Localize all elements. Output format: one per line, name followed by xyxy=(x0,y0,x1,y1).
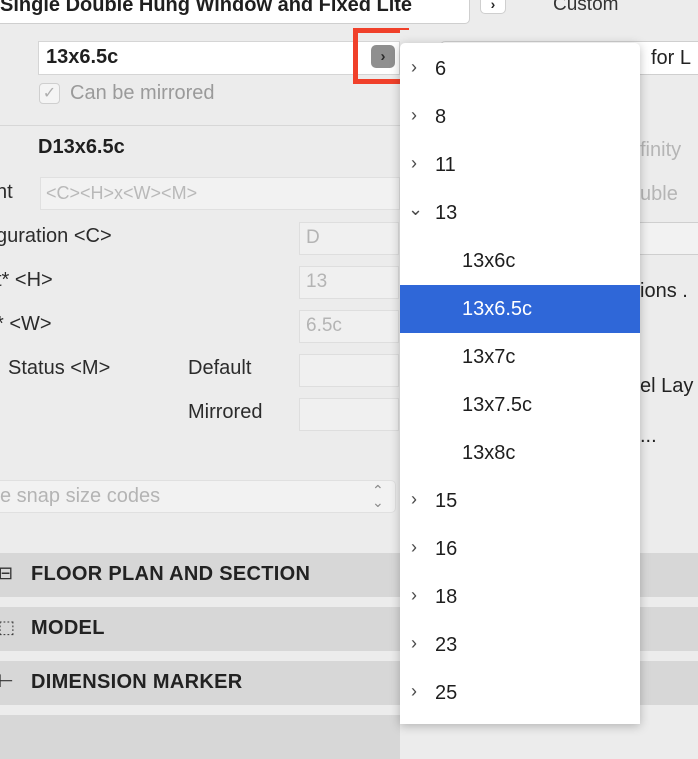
snap-size-text: e snap size codes xyxy=(0,485,161,507)
infinity-text: finity xyxy=(640,139,682,161)
dropdown-item-label: 6 xyxy=(435,58,447,80)
mirrored-label: Mirrored xyxy=(188,401,263,423)
dropdown-item-label: 13x7.5c xyxy=(462,394,533,416)
window-style-title: Single Double Hung Window and Fixed Lite xyxy=(0,0,413,16)
dropdown-item-label: 13x8c xyxy=(462,442,516,464)
dropdown-group-8[interactable]: › 8 xyxy=(400,93,640,141)
pattern-placeholder: <C><H>x<W><M> xyxy=(46,183,198,203)
chevron-down-icon: ⌄ xyxy=(408,199,424,219)
size-value: 13x6.5c xyxy=(46,46,119,68)
section-next[interactable] xyxy=(0,715,400,759)
dropdown-group-13[interactable]: ⌄ 13 xyxy=(400,189,640,237)
dropdown-item-label: 18 xyxy=(435,586,458,608)
dropdown-item-13x6c[interactable]: 13x6c xyxy=(400,237,640,285)
options-text: ions . xyxy=(640,280,688,302)
chevron-right-icon: › xyxy=(411,489,417,509)
dropdown-item-13x7c[interactable]: 13x7c xyxy=(400,333,640,381)
dropdown-group-23[interactable]: › 23 xyxy=(400,621,640,669)
ellipsis-text: ... xyxy=(640,425,657,447)
dropdown-item-label: 25 xyxy=(435,682,458,704)
double-text: uble xyxy=(640,183,678,205)
dropdown-item-label: 13x6c xyxy=(462,250,516,272)
dropdown-item-label: 13x7c xyxy=(462,346,516,368)
custom-tab[interactable]: Custom xyxy=(553,0,618,16)
dropdown-item-label: 15 xyxy=(435,490,458,512)
dropdown-item-label: 11 xyxy=(435,154,456,176)
pattern-label: nt xyxy=(0,181,13,203)
configuration-value: D xyxy=(306,227,320,248)
size-name-label: D13x6.5c xyxy=(38,136,125,158)
dropdown-item-label: 16 xyxy=(435,538,458,560)
right-section-band xyxy=(630,607,698,651)
chevron-right-icon: › xyxy=(411,681,417,701)
right-section-band xyxy=(630,661,698,705)
dropdown-item-label: 13 xyxy=(435,202,458,224)
chevron-right-icon: › xyxy=(411,633,417,653)
size-dropdown-menu: › 6 › 8 › 11 ⌄ 13 13x6c 13x6.5c 13x7c 13… xyxy=(400,43,640,724)
dropdown-item-label: 13x6.5c xyxy=(462,298,533,320)
default-field[interactable] xyxy=(299,354,399,387)
right-top-text: for L xyxy=(651,47,692,69)
dropdown-item-13x6-5c[interactable]: 13x6.5c xyxy=(400,285,640,333)
chevron-right-icon: › xyxy=(411,537,417,557)
dropdown-group-11[interactable]: › 11 xyxy=(400,141,640,189)
layer-text: el Lay xyxy=(640,375,694,397)
mirrored-field[interactable] xyxy=(299,398,399,431)
height-value: 13 xyxy=(306,271,328,292)
dropdown-item-13x7-5c[interactable]: 13x7.5c xyxy=(400,381,640,429)
height-label: t* <H> xyxy=(0,269,53,291)
dropdown-item-label: 23 xyxy=(435,634,458,656)
divider xyxy=(0,125,400,126)
title-chevron-button[interactable]: › xyxy=(480,0,506,14)
chevron-right-icon: › xyxy=(411,105,417,125)
section-model-label: MODEL xyxy=(31,617,105,639)
right-section-band xyxy=(630,553,698,597)
configuration-label: guration <C> xyxy=(0,225,112,247)
section-dimension-marker-label: DIMENSION MARKER xyxy=(31,671,243,693)
can-be-mirrored-label: Can be mirrored xyxy=(70,82,215,104)
dimension-marker-icon: ⊢ xyxy=(0,671,14,691)
default-label: Default xyxy=(188,357,252,379)
chevron-right-icon: › xyxy=(490,0,496,12)
can-be-mirrored-checkbox[interactable]: ✓ xyxy=(39,83,60,104)
dropdown-item-label: 8 xyxy=(435,106,447,128)
dropdown-item-13x8c[interactable]: 13x8c xyxy=(400,429,640,477)
dropdown-group-16[interactable]: › 16 xyxy=(400,525,640,573)
width-label: * <W> xyxy=(0,313,52,335)
checkmark-icon: ✓ xyxy=(42,85,57,102)
updown-arrows-icon: ⌃ ⌄ xyxy=(372,482,384,510)
chevron-right-icon: › xyxy=(411,585,417,605)
floor-plan-icon: ⊟ xyxy=(0,563,14,583)
section-floor-plan-label: FLOOR PLAN AND SECTION xyxy=(31,563,311,585)
status-label: Status <M> xyxy=(8,357,111,379)
dropdown-group-25[interactable]: › 25 xyxy=(400,669,640,717)
chevron-right-icon: › xyxy=(411,153,417,173)
width-value: 6.5c xyxy=(306,315,342,336)
dropdown-group-6[interactable]: › 6 xyxy=(400,45,640,93)
dropdown-group-15[interactable]: › 15 xyxy=(400,477,640,525)
model-icon: ⬚ xyxy=(0,617,16,637)
chevron-right-icon: › xyxy=(411,57,417,77)
dropdown-group-18[interactable]: › 18 xyxy=(400,573,640,621)
